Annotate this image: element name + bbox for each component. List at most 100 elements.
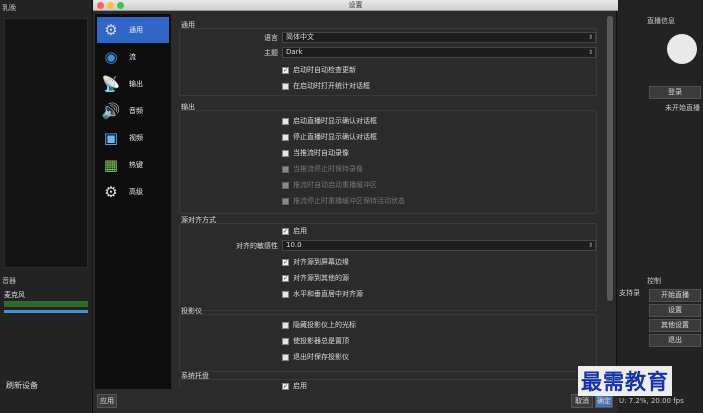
always-top-checkbox[interactable]: 使投影器总是置顶: [282, 336, 349, 346]
sidebar-item-general[interactable]: ⚙ 通用: [97, 17, 169, 43]
minimize-icon[interactable]: [107, 2, 114, 9]
checkbox-disabled-icon: [282, 197, 289, 205]
stream-info-title: 直播信息: [647, 17, 675, 25]
login-button[interactable]: 登录: [649, 86, 701, 99]
theme-select[interactable]: Dark ⇕: [282, 47, 596, 58]
checkbox-label: 当推流时自动录像: [293, 149, 349, 157]
snap-center-checkbox[interactable]: 水平和垂直居中对齐源: [282, 289, 363, 299]
stepper-icon[interactable]: ⇕: [588, 241, 593, 250]
checkbox-unchecked-icon: [282, 290, 289, 298]
replay-start-checkbox: 推流时自动启动重播缓冲区: [282, 180, 377, 190]
snap-sources-checkbox[interactable]: ✓ 对齐源到其他的源: [282, 273, 349, 283]
save-on-exit-checkbox[interactable]: 退出时保存投影仪: [282, 352, 349, 362]
controls-title: 控制: [647, 277, 661, 285]
main-window-left-panel: 乳晚 音器 麦克风 刷新设备: [0, 0, 92, 413]
maximize-icon[interactable]: [117, 2, 124, 9]
confirm-start-checkbox[interactable]: 启动直播时显示确认对话框: [282, 116, 377, 126]
ok-button[interactable]: 确定: [595, 394, 613, 408]
sensitivity-label: 对齐的敏感性: [236, 242, 278, 250]
scrollbar[interactable]: [607, 16, 613, 301]
gears-icon: ⚙: [104, 183, 118, 201]
settings-sidebar: ⚙ 通用 ◉ 流 📡 输出 🔊 音频 ▣ 视频 ▦ 热键 ⚙ 高级: [95, 14, 171, 389]
checkbox-label: 对齐源到其他的源: [293, 274, 349, 282]
close-icon[interactable]: [97, 2, 104, 9]
checkbox-label: 使投影器总是置顶: [293, 337, 349, 345]
sidebar-item-label: 通用: [129, 26, 143, 34]
volume-slider[interactable]: [4, 310, 88, 313]
checkbox-unchecked-icon: [282, 82, 289, 90]
checkbox-label: 推流时自动启动重播缓冲区: [293, 181, 377, 189]
language-value: 简体中文: [286, 33, 314, 41]
checkbox-label: 停止直播时显示确认对话框: [293, 133, 377, 141]
checkbox-label: 启动直播时显示确认对话框: [293, 117, 377, 125]
language-select[interactable]: 简体中文 ⇕: [282, 32, 596, 43]
snap-edges-checkbox[interactable]: ✓ 对齐源到屏幕边缘: [282, 257, 349, 267]
not-live-label: 未开始直播: [665, 104, 700, 112]
sidebar-item-video[interactable]: ▣ 视频: [97, 125, 169, 151]
status-bar: U: 7.2%, 20.00 fps: [619, 397, 684, 405]
gear-wrench-icon: ⚙: [104, 21, 118, 39]
mixer-item-mic: 麦克风: [4, 291, 25, 299]
checkbox-checked-icon: ✓: [282, 382, 289, 390]
section-projector: 隐藏投影仪上的光标 使投影器总是置顶 退出时保存投影仪: [179, 314, 597, 372]
exit-button[interactable]: 退出: [649, 334, 701, 347]
auto-record-checkbox[interactable]: 当推流时自动录像: [282, 148, 349, 158]
apply-button[interactable]: 应用: [97, 394, 117, 408]
settings-window: 设置 ⚙ 通用 ◉ 流 📡 输出 🔊 音频 ▣ 视频 ▦ 热键 ⚙ 高级 通用 …: [92, 0, 618, 413]
window-titlebar: 设置: [93, 0, 618, 11]
sidebar-item-label: 流: [129, 53, 136, 61]
window-title: 设置: [348, 1, 363, 9]
chevron-updown-icon: ⇕: [587, 49, 593, 56]
checkbox-label: 推流停止时重播缓冲区保持活动状态: [293, 197, 405, 205]
checkbox-label: 隐藏投影仪上的光标: [293, 321, 356, 329]
sidebar-item-advanced[interactable]: ⚙ 高级: [97, 179, 169, 205]
checkbox-checked-icon: ✓: [282, 258, 289, 266]
check-updates-checkbox[interactable]: ✓ 启动时自动检查更新: [282, 65, 356, 75]
checkbox-unchecked-icon: [282, 337, 289, 345]
scenes-title: 乳晚: [2, 4, 16, 12]
checkbox-checked-icon: ✓: [282, 227, 289, 235]
checkbox-label: 启用: [293, 227, 307, 235]
theme-value: Dark: [286, 48, 303, 56]
hide-cursor-checkbox[interactable]: 隐藏投影仪上的光标: [282, 320, 356, 330]
other-settings-button[interactable]: 其他设置: [649, 319, 701, 332]
theme-label: 主题: [264, 49, 278, 57]
watermark-logo: 最需教育: [578, 366, 672, 396]
open-stats-checkbox[interactable]: 在启动时打开统计对话框: [282, 81, 370, 91]
checkbox-unchecked-icon: [282, 117, 289, 125]
sidebar-item-label: 输出: [129, 80, 143, 88]
audio-meter: [4, 301, 88, 307]
snap-enable-checkbox[interactable]: ✓ 启用: [282, 226, 307, 236]
checkbox-unchecked-icon: [282, 321, 289, 329]
sidebar-item-hotkeys[interactable]: ▦ 热键: [97, 152, 169, 178]
refresh-devices-button[interactable]: 刷新设备: [6, 380, 38, 391]
checkbox-unchecked-icon: [282, 149, 289, 157]
satellite-dish-icon: 📡: [101, 75, 121, 93]
section-tray: ✓ 启用: [179, 379, 597, 390]
checkbox-unchecked-icon: [282, 353, 289, 361]
checkbox-label: 退出时保存投影仪: [293, 353, 349, 361]
sidebar-item-output[interactable]: 📡 输出: [97, 71, 169, 97]
settings-button[interactable]: 设置: [649, 304, 701, 317]
language-label: 语言: [264, 34, 278, 42]
mixer-title: 音器: [2, 277, 16, 285]
sidebar-item-audio[interactable]: 🔊 音频: [97, 98, 169, 124]
avatar: [667, 34, 697, 64]
start-stream-button[interactable]: 开始直播: [649, 289, 701, 302]
cancel-button[interactable]: 取消: [571, 394, 593, 408]
checkbox-label: 水平和垂直居中对齐源: [293, 290, 363, 298]
confirm-stop-checkbox[interactable]: 停止直播时显示确认对话框: [282, 132, 377, 142]
sensitivity-spinbox[interactable]: 10.0 ⇕: [282, 240, 596, 251]
speaker-icon: 🔊: [101, 102, 121, 120]
globe-icon: ◉: [104, 48, 118, 66]
checkbox-label: 在启动时打开统计对话框: [293, 82, 370, 90]
sidebar-item-label: 热键: [129, 161, 143, 169]
checkbox-disabled-icon: [282, 165, 289, 173]
side-text: 支持录: [619, 289, 640, 297]
main-window-right-panel: 直播信息 登录 未开始直播 控制 支持录 开始直播 设置 其他设置 退出 U: …: [617, 0, 703, 413]
sidebar-item-label: 高级: [129, 188, 143, 196]
sensitivity-value: 10.0: [286, 241, 302, 249]
preview-area: [4, 18, 88, 268]
sidebar-item-stream[interactable]: ◉ 流: [97, 44, 169, 70]
checkbox-label: 启动时自动检查更新: [293, 66, 356, 74]
